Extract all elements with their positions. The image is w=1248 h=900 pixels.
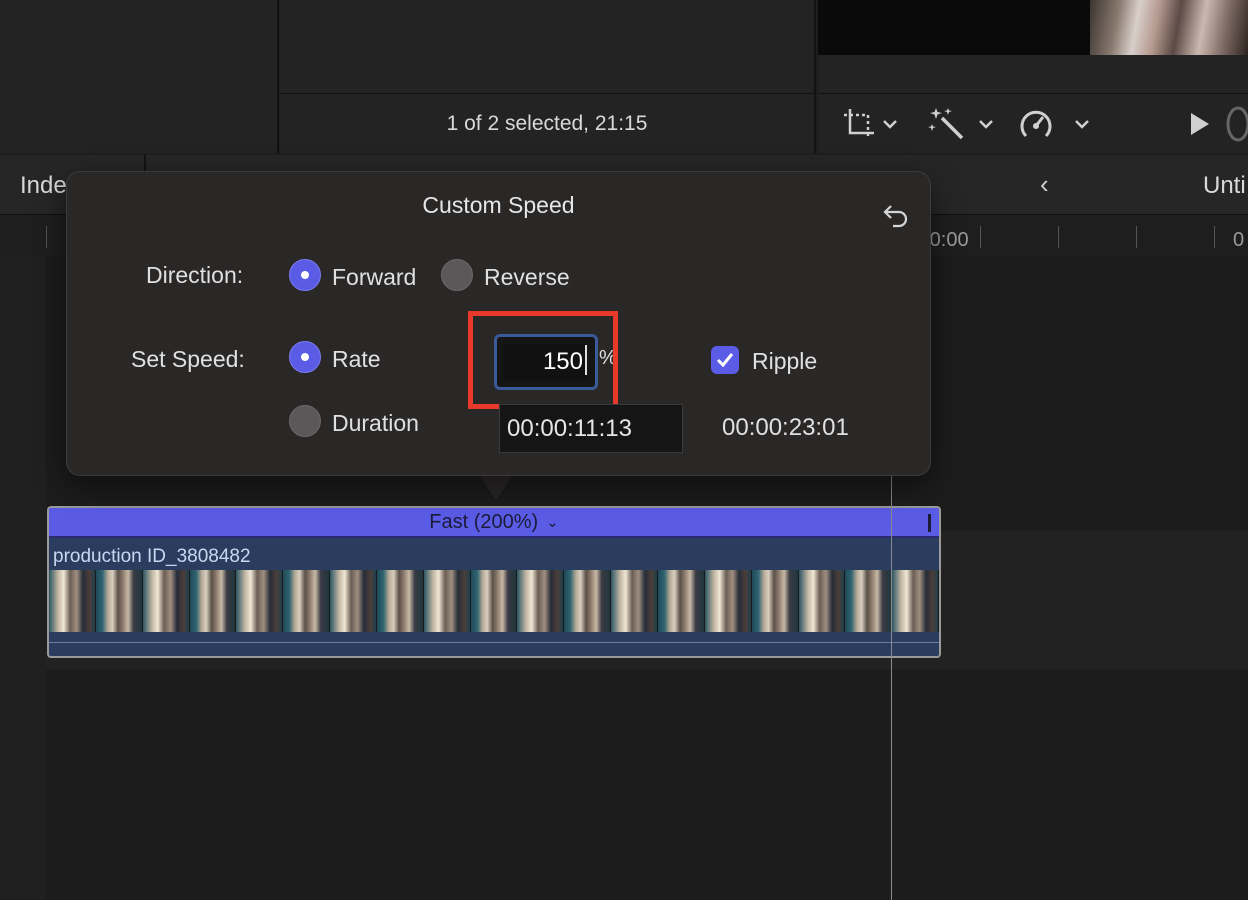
filmstrip-frame [423, 570, 471, 632]
filmstrip-frame [49, 570, 96, 632]
playhead[interactable] [891, 476, 892, 900]
ruler-tick [1214, 226, 1215, 248]
reverse-radio[interactable] [441, 259, 473, 291]
chevron-down-icon [979, 120, 993, 129]
chevron-down-icon [883, 120, 897, 129]
duration-input[interactable] [500, 405, 682, 452]
viewer-panel [818, 0, 1248, 153]
ripple-checkbox[interactable] [711, 346, 739, 374]
filmstrip-frame [376, 570, 424, 632]
viewer-toolbar [818, 93, 1248, 153]
retime-handle[interactable] [928, 514, 931, 532]
timeline-gutter [0, 256, 46, 900]
retime-bar[interactable]: Fast (200%) ⌄ [49, 508, 939, 538]
selection-status: 1 of 2 selected, 21:15 [280, 93, 814, 153]
set-speed-label: Set Speed: [131, 346, 245, 372]
filmstrip-frame [564, 570, 612, 632]
index-label: Inde [20, 172, 67, 199]
filmstrip-frame [95, 570, 143, 632]
crop-transform-icon [844, 109, 874, 139]
duration-radio[interactable] [289, 405, 321, 437]
popover-title: Custom Speed [422, 192, 575, 218]
filmstrip-frame [751, 570, 799, 632]
play-button[interactable] [1188, 94, 1248, 154]
chevron-down-icon[interactable]: ⌄ [546, 513, 559, 531]
filmstrip-frame [798, 570, 846, 632]
filmstrip-frame [845, 570, 893, 632]
retime-menu-button[interactable] [1018, 94, 1090, 154]
filmstrip-frame [189, 570, 237, 632]
direction-label: Direction: [146, 262, 244, 288]
rate-radio[interactable] [289, 341, 321, 373]
reverse-label[interactable]: Reverse [484, 264, 570, 291]
timeline-clip[interactable]: Fast (200%) ⌄ production ID_3808482 [47, 506, 941, 658]
ripple-label[interactable]: Ripple [752, 348, 817, 375]
library-panel [0, 0, 279, 153]
browser-panel: 1 of 2 selected, 21:15 [280, 0, 816, 153]
rate-label[interactable]: Rate [332, 346, 381, 373]
viewer-image [818, 0, 1248, 55]
filmstrip-frame [236, 570, 284, 632]
ruler-tick [1058, 226, 1059, 248]
chevron-down-icon [1075, 120, 1089, 129]
filmstrip-frame [611, 570, 658, 632]
filmstrip-frame [704, 570, 752, 632]
ruler-tick [1136, 226, 1137, 248]
ruler-tick [980, 226, 981, 248]
duration-field[interactable] [499, 404, 683, 453]
timeline-back-button[interactable]: ‹ [1040, 169, 1049, 200]
project-name: Unti [1203, 172, 1246, 199]
speedometer-icon [1020, 110, 1052, 138]
checkmark-icon [716, 353, 734, 368]
retime-speed-label: Fast (200%) [429, 510, 539, 533]
highlight-box [468, 311, 618, 409]
filmstrip-frame [330, 570, 377, 632]
filmstrip-frame [470, 570, 518, 632]
timecode-digit [1226, 106, 1248, 142]
filmstrip-frame [657, 570, 705, 632]
filmstrip-frame [892, 570, 939, 632]
viewer-frame [1090, 0, 1248, 55]
magic-wand-icon [928, 108, 964, 140]
filmstrip-frame [283, 570, 331, 632]
popover-arrow [478, 474, 514, 500]
audio-divider [49, 642, 939, 643]
ruler-tick [46, 226, 47, 248]
filmstrip-frame [142, 570, 190, 632]
play-icon [1191, 113, 1209, 135]
clip-name: production ID_3808482 [53, 546, 251, 567]
filmstrip-frame [517, 570, 565, 632]
forward-radio[interactable] [289, 259, 321, 291]
enhance-menu-button[interactable] [928, 94, 994, 154]
total-duration: 00:00:23:01 [722, 414, 849, 441]
transform-menu-button[interactable] [842, 94, 898, 154]
ruler-label: 0 [1233, 229, 1245, 251]
undo-arrow-icon[interactable] [882, 202, 910, 228]
clip-filmstrip [49, 570, 939, 632]
forward-label[interactable]: Forward [332, 264, 416, 291]
duration-label[interactable]: Duration [332, 410, 419, 437]
